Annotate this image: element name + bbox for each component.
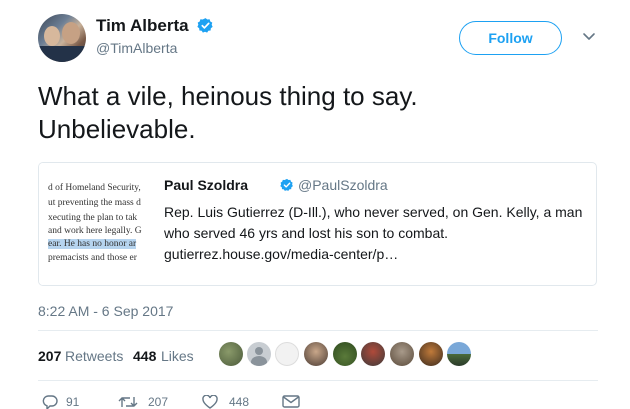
quoted-text-line: who served 46 yrs and lost his son to co…: [164, 225, 449, 241]
heart-icon[interactable]: [202, 395, 218, 409]
liker-avatar[interactable]: [275, 342, 299, 366]
envelope-icon[interactable]: [282, 395, 300, 408]
liker-avatar[interactable]: [361, 342, 385, 366]
likes-count[interactable]: 448: [133, 348, 156, 364]
verified-badge-icon: [197, 18, 213, 33]
liker-avatar[interactable]: [390, 342, 414, 366]
liker-avatar[interactable]: [333, 342, 357, 366]
thumbnail-text-line: d of Homeland Security,: [48, 183, 141, 193]
reply-count[interactable]: 91: [66, 395, 79, 409]
quoted-tweet-card[interactable]: d of Homeland Security, ut preventing th…: [38, 162, 597, 286]
quoted-text-line: Rep. Luis Gutierrez (D-Ill.), who never …: [164, 204, 583, 220]
divider: [38, 380, 598, 381]
thumbnail-text-line: and work here legally. G: [48, 226, 142, 236]
author-name[interactable]: Tim Alberta: [96, 16, 189, 36]
author-handle[interactable]: @TimAlberta: [96, 40, 177, 56]
chevron-down-icon[interactable]: [582, 32, 596, 42]
follow-button[interactable]: Follow: [459, 21, 562, 55]
author-avatar[interactable]: [38, 14, 86, 62]
like-count[interactable]: 448: [229, 395, 249, 409]
liker-avatar[interactable]: [419, 342, 443, 366]
quoted-media-thumbnail[interactable]: d of Homeland Security, ut preventing th…: [39, 163, 154, 285]
liker-avatar[interactable]: [447, 342, 471, 366]
thumbnail-text-line: ear. He has no honor ar: [48, 239, 137, 249]
thumbnail-text-line: ut preventing the mass d: [48, 198, 141, 208]
tweet-text: What a vile, heinous thing to say. Unbel…: [38, 80, 598, 146]
quoted-author-name[interactable]: Paul Szoldra: [164, 177, 248, 193]
divider: [38, 330, 598, 331]
retweets-count[interactable]: 207: [38, 348, 61, 364]
retweet-count[interactable]: 207: [148, 395, 168, 409]
liker-avatar[interactable]: [304, 342, 328, 366]
quoted-link[interactable]: gutierrez.house.gov/media-center/p…: [164, 244, 584, 265]
retweets-label[interactable]: Retweets: [65, 348, 123, 364]
verified-badge-icon: [280, 178, 293, 191]
liker-avatar[interactable]: [219, 342, 243, 366]
quoted-tweet-text: Rep. Luis Gutierrez (D-Ill.), who never …: [164, 202, 584, 265]
liker-avatar[interactable]: [247, 342, 271, 366]
reply-icon[interactable]: [42, 395, 58, 409]
tweet-text-line: What a vile, heinous thing to say.: [38, 81, 418, 111]
thumbnail-text-line: xecuting the plan to tak: [48, 213, 138, 223]
quoted-author-handle[interactable]: @PaulSzoldra: [298, 177, 388, 193]
retweet-icon[interactable]: [118, 395, 138, 409]
tweet-timestamp[interactable]: 8:22 AM - 6 Sep 2017: [38, 303, 173, 319]
thumbnail-text-line: premacists and those er: [48, 253, 137, 263]
tweet-text-line: Unbelievable.: [38, 114, 196, 144]
likes-label[interactable]: Likes: [161, 348, 194, 364]
